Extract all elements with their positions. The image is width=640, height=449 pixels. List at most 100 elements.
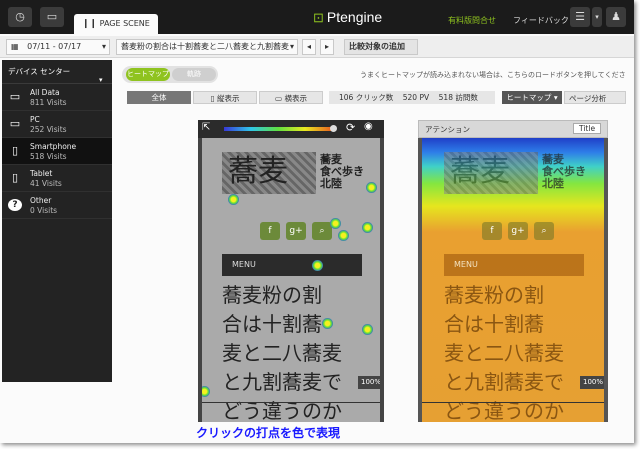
- tab-page-scene[interactable]: ❙❙ PAGE SCENE: [74, 14, 158, 34]
- click-dot: [366, 182, 377, 193]
- fold-line: [202, 402, 380, 403]
- portrait-icon: ▯: [210, 94, 215, 103]
- subtitle-line: 北陸: [542, 177, 564, 190]
- hero-subtitle: 蕎麦 食べ歩き 北陸: [542, 154, 586, 190]
- monitor-icon[interactable]: ▭: [40, 7, 64, 27]
- view-landscape-label: 横表示: [284, 94, 307, 103]
- chevron-down-icon[interactable]: ▾: [592, 7, 602, 27]
- tablet-icon: ▯: [11, 171, 19, 184]
- title-line: 麦と二八蕎麦: [444, 341, 564, 365]
- attention-heatmap-preview: アテンション Title 蕎麦 蕎麦 食べ歩き 北陸 f g+ ⌕ MENU 蕎…: [418, 120, 608, 422]
- device-name: Other: [30, 196, 52, 205]
- hero-kanji: 蕎麦: [450, 154, 510, 189]
- user-icon[interactable]: ♟: [606, 7, 626, 27]
- prev-icon[interactable]: ◂: [302, 39, 316, 55]
- google-plus-icon: g+: [508, 222, 528, 240]
- device-name: Smartphone: [30, 142, 77, 151]
- hero-image: 蕎麦: [222, 152, 316, 194]
- toolbar: ▦ 07/11 - 07/17 ▾ 蕎麦粉の割合は十割蕎麦と二八蕎麦と九割蕎麦 …: [0, 36, 634, 58]
- next-icon[interactable]: ▸: [320, 39, 334, 55]
- google-plus-icon: g+: [286, 222, 306, 240]
- view-portrait-button[interactable]: ▯ 縦表示: [193, 91, 257, 104]
- refresh-icon[interactable]: ⟳: [346, 121, 355, 134]
- monitor-tablet-icon: ▭: [9, 90, 21, 103]
- color-scale-slider[interactable]: [224, 127, 332, 131]
- clock-icon[interactable]: ◷: [8, 7, 32, 27]
- click-dot: [202, 386, 210, 397]
- tab-heatmap[interactable]: ヒートマップ ▾: [502, 91, 562, 104]
- title-line: どう違うのか: [222, 399, 342, 422]
- chevron-down-icon: ▾: [101, 42, 106, 51]
- device-visits: 41 Visits: [30, 179, 62, 188]
- preview-screen: 蕎麦 蕎麦 食べ歩き 北陸 f g+ ⌕ MENU 蕎麦粉の割 合は十割蕎 麦と…: [202, 138, 380, 422]
- tab-page-scene-label: PAGE SCENE: [99, 19, 150, 28]
- calendar-icon: ▦: [11, 42, 19, 51]
- click-dot: [362, 324, 373, 335]
- chevron-down-icon: ▾: [553, 93, 558, 102]
- date-range-text: 07/11 - 07/17: [27, 42, 82, 51]
- device-name: Tablet: [30, 169, 53, 178]
- device-sidebar: デバイス センター ▾ ▭ All Data 811 Visits ▭ PC 2…: [2, 60, 112, 382]
- device-visits: 252 Visits: [30, 125, 67, 134]
- feedback-link[interactable]: フィードバック: [513, 15, 569, 26]
- external-link-icon[interactable]: ⇱: [202, 122, 210, 133]
- view-landscape-button[interactable]: ▭ 横表示: [259, 91, 323, 104]
- title-button[interactable]: Title: [573, 123, 602, 134]
- notice-text: うまくヒートマップが読み込まれない場合は、こちらのロードボタンを押してくださ: [360, 71, 626, 79]
- list-icon[interactable]: ☰: [570, 7, 590, 27]
- page-select[interactable]: 蕎麦粉の割合は十割蕎麦と二八蕎麦と九割蕎麦 ▾: [116, 39, 298, 55]
- smartphone-icon: ▯: [11, 144, 19, 157]
- device-center-title: デバイス センター: [8, 67, 71, 76]
- title-line: と九割蕎麦で: [222, 370, 342, 394]
- device-name: All Data: [30, 88, 60, 97]
- attention-label: アテンション: [425, 125, 470, 134]
- click-dot: [362, 222, 373, 233]
- device-item-pc[interactable]: ▭ PC 252 Visits: [2, 111, 112, 138]
- click-count: 106 クリック数: [339, 93, 394, 102]
- pv-count: 520 PV: [402, 93, 430, 102]
- click-dot: [312, 260, 323, 271]
- tab-page-analysis[interactable]: ページ分析: [564, 91, 626, 104]
- facebook-icon: f: [482, 222, 502, 240]
- annotation-caption: クリックの打点を色で表現: [196, 426, 341, 440]
- hero-kanji: 蕎麦: [228, 154, 288, 189]
- article-title: 蕎麦粉の割 合は十割蕎 麦と二八蕎麦 と九割蕎麦で どう違うのか: [222, 281, 380, 422]
- compare-button[interactable]: 比較対象の追加: [344, 39, 418, 55]
- question-icon: ?: [8, 199, 22, 211]
- stats-bar: 106 クリック数 520 PV 518 訪問数: [329, 91, 495, 104]
- contact-link[interactable]: 有料版問合せ: [448, 15, 496, 26]
- ptengine-logo: ⊡ Ptengine: [313, 9, 383, 25]
- view-portrait-label: 縦表示: [217, 94, 240, 103]
- device-item-other[interactable]: ? Other 0 Visits: [2, 192, 112, 219]
- title-line: どう違うのか: [444, 399, 564, 422]
- title-line: 蕎麦粉の割: [222, 283, 322, 307]
- view-all-button[interactable]: 全体: [127, 91, 191, 104]
- device-item-smartphone[interactable]: ▯ Smartphone 518 Visits: [2, 138, 112, 165]
- device-visits: 518 Visits: [30, 152, 67, 161]
- chevron-down-icon: ▾: [289, 40, 294, 54]
- device-center-header[interactable]: デバイス センター ▾: [2, 60, 112, 84]
- toggle-heatmap[interactable]: ヒートマップ: [126, 68, 170, 81]
- hero-subtitle: 蕎麦 食べ歩き 北陸: [320, 154, 364, 190]
- date-range-picker[interactable]: ▦ 07/11 - 07/17 ▾: [6, 39, 110, 55]
- app-window: ◷ ▭ ❙❙ PAGE SCENE ⊡ Ptengine 有料版問合せ フィードバ…: [0, 0, 634, 443]
- click-dot: [338, 230, 349, 241]
- monitor-icon: ▭: [9, 117, 21, 130]
- facebook-icon: f: [260, 222, 280, 240]
- eye-icon[interactable]: ◉: [364, 121, 373, 132]
- device-item-tablet[interactable]: ▯ Tablet 41 Visits: [2, 165, 112, 192]
- menu-bar: MENU: [222, 254, 362, 276]
- search-icon: ⌕: [534, 222, 554, 240]
- toggle-trace[interactable]: 軌跡: [172, 68, 216, 81]
- slider-handle[interactable]: [330, 125, 337, 132]
- device-name: PC: [30, 115, 40, 124]
- page-scene-icon: ❙❙: [82, 19, 98, 29]
- subtitle-line: 北陸: [320, 177, 342, 190]
- title-line: 蕎麦粉の割: [444, 283, 544, 307]
- search-icon: ⌕: [312, 222, 332, 240]
- title-line: 麦と二八蕎麦: [222, 341, 342, 365]
- device-item-all-data[interactable]: ▭ All Data 811 Visits: [2, 84, 112, 111]
- title-line: 合は十割蕎: [444, 312, 544, 336]
- attention-screen: 蕎麦 蕎麦 食べ歩き 北陸 f g+ ⌕ MENU 蕎麦粉の割 合は十割蕎 麦と…: [422, 138, 604, 422]
- menu-bar: MENU: [444, 254, 584, 276]
